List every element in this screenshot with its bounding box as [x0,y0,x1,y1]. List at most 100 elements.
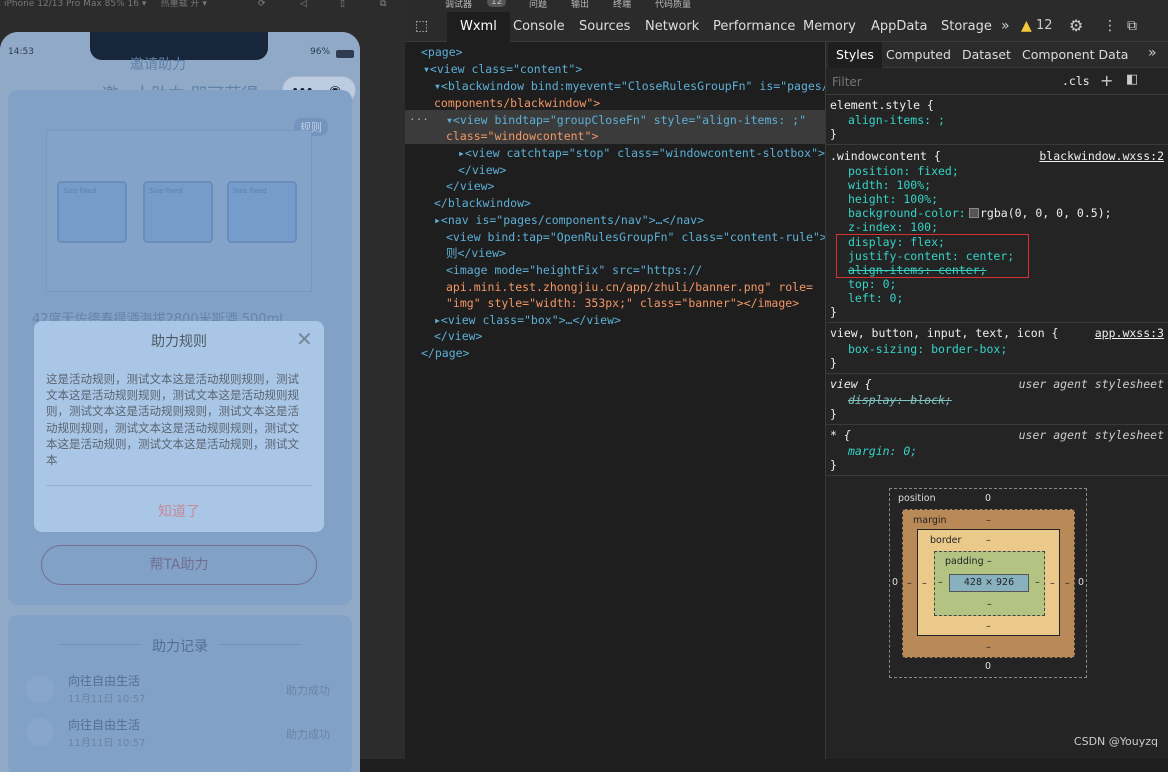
rule-separator [826,373,1168,374]
watermark: CSDN @Youyzq [1073,735,1158,748]
style-property[interactable]: top: 0; [848,277,896,291]
wxml-node[interactable]: </view> [458,162,506,179]
issue-count-badge: 12 [487,0,507,7]
refresh-icon[interactable]: ⟳ [258,0,266,9]
device-selector[interactable]: iPhone 12/13 Pro Max 85% 16 ▾ [4,0,146,9]
box-model-margin: margin – – – – border – – – – padding – … [902,509,1075,658]
devtools-tabbar: ⬚ Wxml Console Sources Network Performan… [405,12,1168,42]
wxml-node[interactable]: components/blackwindow"> [434,95,600,112]
hot-reload-toggle[interactable]: 热重载 开 ▾ [161,0,207,9]
inspect-icon[interactable]: ⬚ [415,18,428,34]
padding-left-value: – [938,577,943,588]
style-property[interactable]: background-color: [848,206,966,220]
wxml-node[interactable]: "img" style="width: 353px;" class="banne… [446,295,799,312]
wxml-node[interactable]: ▸<nav is="pages/components/nav">…</nav> [434,212,704,229]
color-swatch[interactable] [969,208,979,218]
style-property[interactable]: left: 0; [848,291,903,305]
rule-selector: view { [830,377,872,391]
style-property[interactable]: position: fixed; [848,164,959,178]
border-label: border [930,535,962,546]
tab-network[interactable]: Network [637,12,707,42]
tab-storage[interactable]: Storage [933,12,1000,42]
style-property[interactable]: height: 100%; [848,192,938,206]
wxml-node[interactable]: ▾<view bindtap="groupCloseFn" style="ali… [446,112,806,129]
styles-filter-input[interactable] [828,72,1048,92]
kebab-menu-icon[interactable]: ⋮ [1103,18,1117,34]
rule-brace: } [830,356,837,370]
styles-tabbar: Styles Computed Dataset Component Data » [826,42,1168,68]
phone-screen: 14:53 96% 邀请助力 邀 x人助力 即可获得 ••• ◉ 规则 Size… [0,32,360,772]
modal-confirm-button[interactable]: 知道了 [34,501,324,521]
wxml-node[interactable]: <view bind:tap="OpenRulesGroupFn" class=… [446,229,825,246]
output-tab[interactable]: 输出 [571,0,589,10]
close-icon[interactable]: ✕ [296,327,313,351]
rule-source-link[interactable]: blackwindow.wxss:2 [1039,149,1164,163]
toggle-sidebar-icon[interactable]: ◧ [1126,72,1138,87]
rule-brace: } [830,458,837,472]
cls-toggle[interactable]: .cls [1062,74,1090,88]
devtools-panel: 调试器 12 问题 输出 终端 代码质量 ⬚ Wxml Console Sour… [405,0,1168,759]
style-property[interactable]: box-sizing: border-box; [848,342,1007,356]
wxml-node[interactable]: <page> [421,44,463,61]
popout-icon[interactable]: ⧉ [380,0,386,9]
padding-label: padding [945,556,984,567]
rule-brace: } [830,127,837,141]
wxml-node[interactable]: ▸<view catchtap="stop" class="windowcont… [458,145,825,162]
highlight-annotation-box [836,234,1029,278]
more-tabs-icon[interactable]: » [1001,18,1010,34]
margin-left-value: – [907,578,912,589]
style-property[interactable]: margin: 0; [848,444,917,458]
style-property[interactable]: width: 100%; [848,178,931,192]
rule-separator [826,322,1168,323]
tab-wxml[interactable]: Wxml [447,12,510,42]
wxml-node[interactable]: </blackwindow> [434,195,531,212]
back-icon[interactable]: ◁ [300,0,307,9]
rule-separator [826,424,1168,425]
tab-dataset[interactable]: Dataset [954,42,1019,68]
tab-performance[interactable]: Performance [705,12,803,42]
wxml-node[interactable]: 则</view> [446,245,506,262]
rule-source-label: user agent stylesheet [1018,428,1164,442]
add-rule-icon[interactable]: + [1100,71,1113,90]
wxml-node[interactable]: ▾<view class="content"> [423,61,582,78]
wxml-node[interactable]: <image mode="heightFix" src="https:// [446,262,702,279]
tab-memory[interactable]: Memory [795,12,864,42]
style-property[interactable]: z-index: 100; [848,220,938,234]
rule-selector: element.style { [830,98,934,112]
node-ellipsis[interactable]: ... [409,110,429,123]
more-tabs-icon[interactable]: » [1148,45,1157,61]
tab-computed[interactable]: Computed [878,42,959,68]
warning-icon[interactable]: ▲ [1021,18,1032,34]
debugger-tab[interactable]: 调试器 [445,0,472,10]
box-model-border: border – – – – padding – – – – 428 × 926 [917,529,1060,636]
wxml-node-link[interactable]: api.mini.test.zhongjiu.cn/app/zhuli/bann… [446,279,813,296]
warning-count[interactable]: 12 [1036,18,1053,33]
wxml-node[interactable]: ▾<blackwindow bind:myevent="CloseRulesGr… [434,78,825,95]
tab-component-data[interactable]: Component Data [1014,42,1136,68]
dock-icon[interactable]: ⧉ [1127,18,1137,34]
border-left-value: – [922,578,927,589]
wxml-node[interactable]: </page> [421,345,469,362]
margin-right-value: – [1065,578,1070,589]
issues-tab[interactable]: 问题 [529,0,547,10]
phone-icon[interactable]: ▯ [340,0,345,9]
wxml-node[interactable]: class="windowcontent"> [446,128,598,145]
terminal-tab[interactable]: 终端 [613,0,631,10]
wxml-node[interactable]: </view> [446,178,494,195]
tab-console[interactable]: Console [505,12,573,42]
tab-sources[interactable]: Sources [571,12,638,42]
rule-brace: } [830,305,837,319]
style-property-overridden[interactable]: display: block; [848,393,952,407]
tab-styles[interactable]: Styles [828,42,882,68]
wxml-node[interactable]: </view> [434,328,482,345]
margin-label: margin [913,515,947,526]
padding-bottom-value: – [987,599,992,610]
code-quality-tab[interactable]: 代码质量 [655,0,691,10]
wxml-node[interactable]: ▸<view class="box">…</view> [434,312,621,329]
tab-appdata[interactable]: AppData [863,12,935,42]
rule-source-link[interactable]: app.wxss:3 [1095,326,1164,340]
style-property[interactable]: align-items: ; [848,113,945,127]
gear-icon[interactable]: ⚙ [1069,16,1083,35]
style-value[interactable]: rgba(0, 0, 0, 0.5); [980,206,1112,220]
modal-divider [46,485,312,486]
